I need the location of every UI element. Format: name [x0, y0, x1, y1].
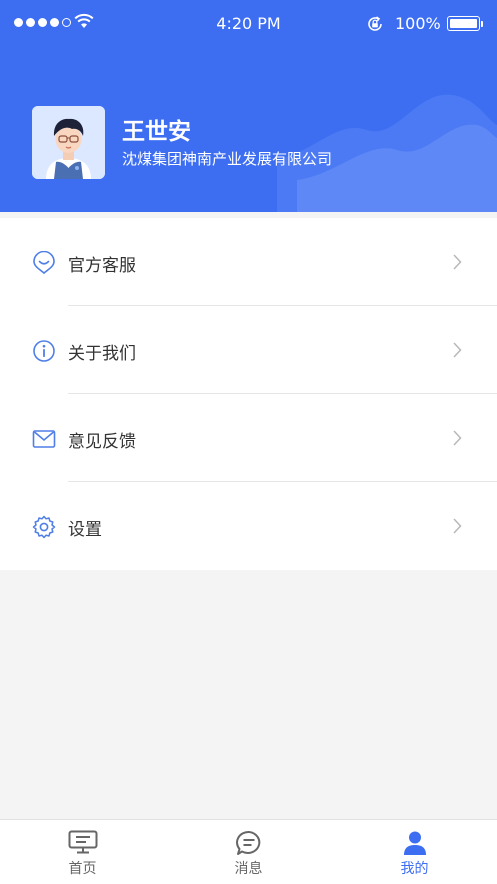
avatar-illustration: [32, 106, 105, 179]
battery-icon: [447, 16, 480, 31]
tab-label: 消息: [234, 861, 263, 877]
chevron-right-icon: [453, 430, 462, 446]
battery-percent: 100%: [395, 14, 441, 33]
tab-label: 我的: [400, 861, 429, 877]
rotation-lock-icon: [368, 16, 382, 31]
menu-item-label: 官方客服: [68, 256, 136, 276]
chevron-right-icon: [453, 518, 462, 534]
menu-item-feedback[interactable]: 意见反馈: [0, 394, 497, 482]
home-monitor-icon: [68, 830, 97, 854]
user-name: 王世安: [122, 119, 191, 145]
menu-item-customer-service[interactable]: 官方客服: [0, 218, 497, 306]
info-icon: [33, 340, 55, 362]
tab-label: 首页: [68, 861, 97, 877]
status-bar: 4:20 PM 100%: [0, 0, 497, 48]
tab-messages[interactable]: 消息: [166, 820, 331, 884]
battery-tip: [481, 21, 483, 27]
message-icon: [235, 830, 260, 855]
mail-icon: [32, 430, 56, 448]
chevron-right-icon: [453, 342, 462, 358]
user-organization: 沈煤集团神南产业发展有限公司: [122, 150, 333, 168]
tab-home[interactable]: 首页: [0, 820, 165, 884]
tab-mine[interactable]: 我的: [332, 820, 497, 884]
customer-service-icon: [33, 251, 55, 275]
wave-decoration: [277, 94, 497, 212]
profile-header: 4:20 PM 100% 王世安 沈煤集团神南产业发展有限公司: [0, 0, 497, 212]
bottom-tab-bar: 首页 消息 我的: [0, 819, 497, 884]
menu-item-label: 关于我们: [68, 344, 136, 364]
menu-item-label: 设置: [68, 520, 102, 540]
person-icon: [403, 831, 426, 855]
gear-icon: [32, 515, 56, 539]
chevron-right-icon: [453, 254, 462, 270]
settings-menu: 官方客服 关于我们 意见反馈 设置: [0, 218, 497, 570]
avatar[interactable]: [32, 106, 105, 179]
menu-item-settings[interactable]: 设置: [0, 482, 497, 570]
menu-item-about-us[interactable]: 关于我们: [0, 306, 497, 394]
menu-item-label: 意见反馈: [68, 432, 136, 452]
